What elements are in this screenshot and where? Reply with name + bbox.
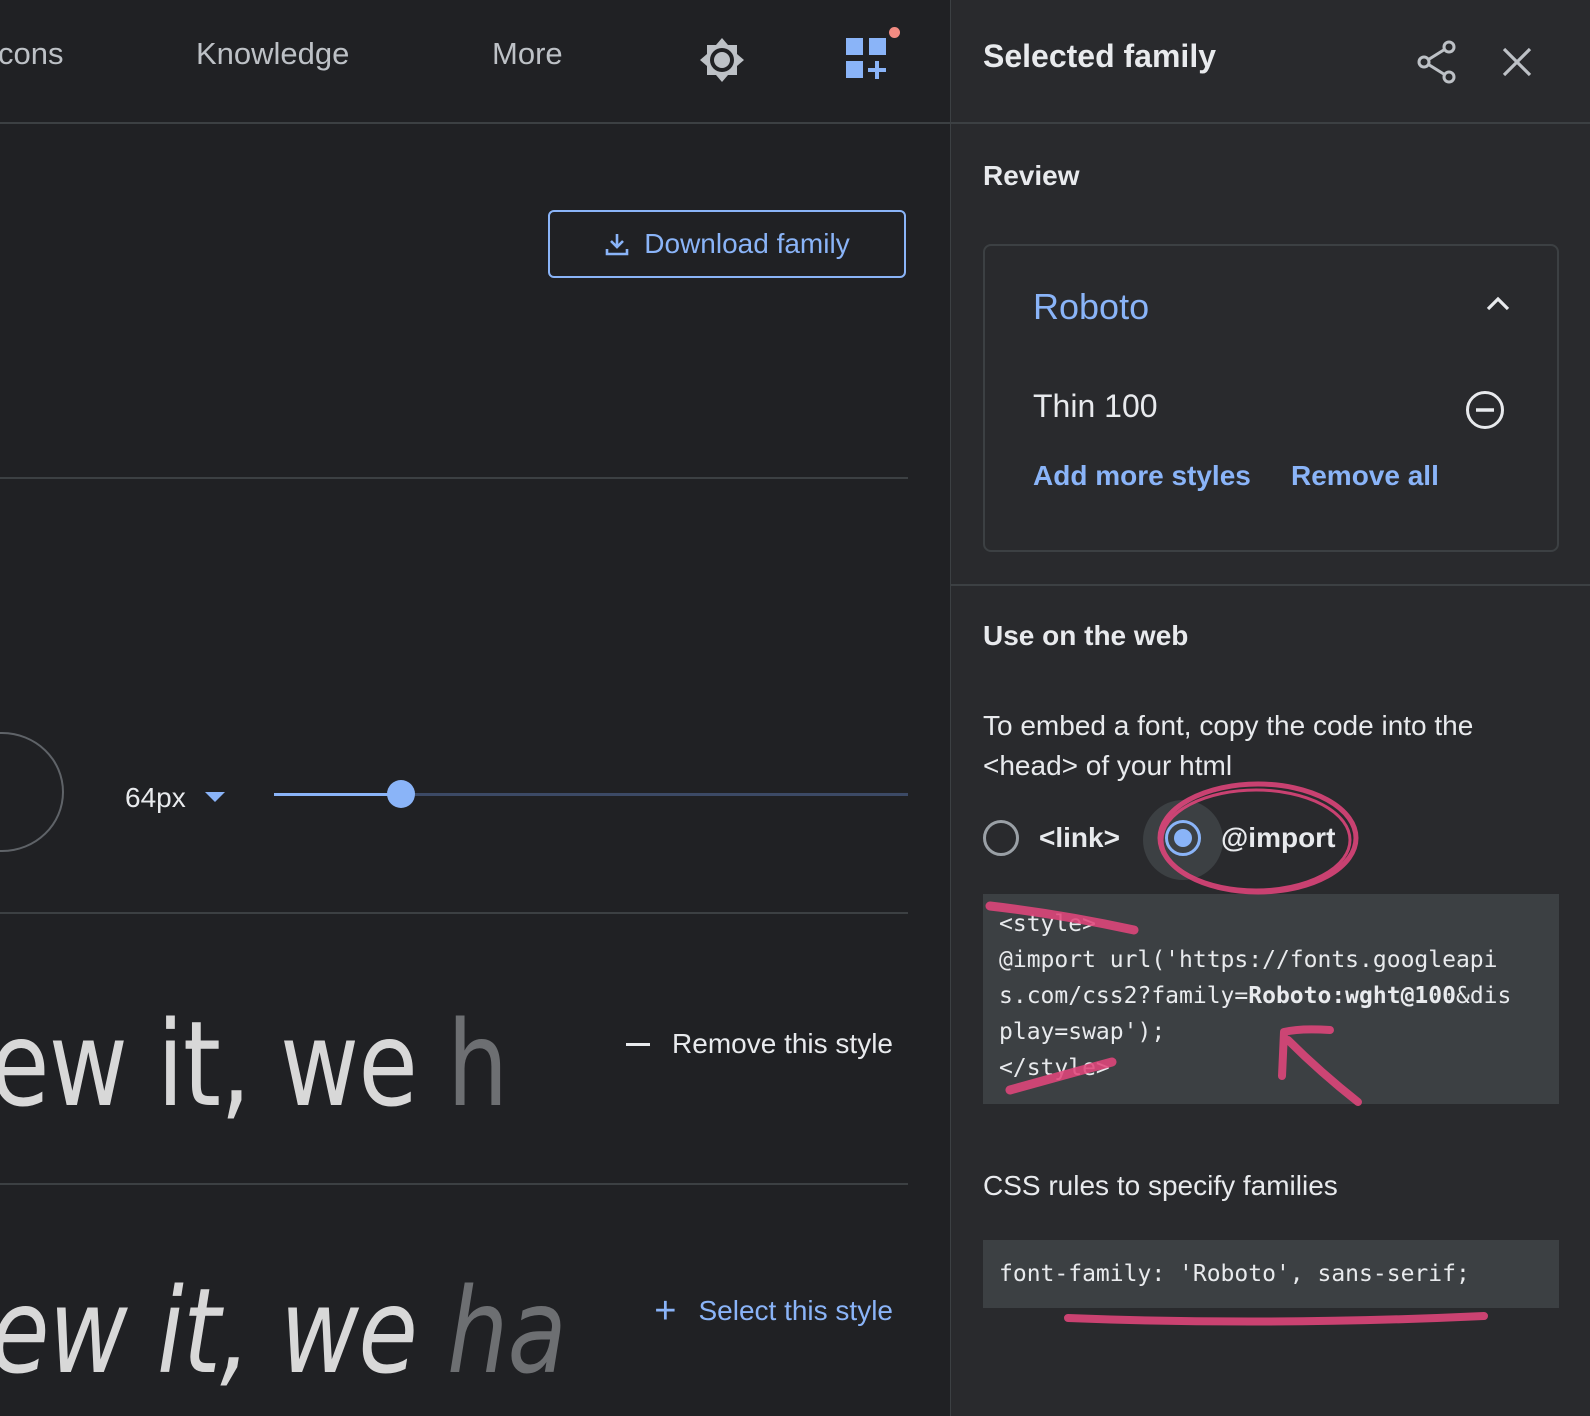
brightness-icon[interactable] xyxy=(698,36,746,84)
download-family-label: Download family xyxy=(644,228,850,259)
main-area: cons Knowledge More Download family 64px xyxy=(0,0,950,1416)
remove-all-link[interactable]: Remove all xyxy=(1291,460,1439,492)
import-radio-label[interactable]: @import xyxy=(1221,822,1335,854)
code-line: s.com/css2?family=Roboto:wght@100&dis xyxy=(999,978,1543,1014)
code-text: &dis xyxy=(1455,983,1512,1009)
sample-text: ew it, we xyxy=(0,1262,447,1400)
use-on-web-heading: Use on the web xyxy=(983,620,1189,651)
family-card: Roboto Thin 100 Add more styles Remove a… xyxy=(983,244,1559,552)
nav-item-icons[interactable]: cons xyxy=(0,36,63,72)
code-text: s.com/css2?family= xyxy=(999,983,1249,1009)
style-name: Thin 100 xyxy=(1033,388,1158,424)
family-name[interactable]: Roboto xyxy=(1033,286,1149,328)
nav-item-more[interactable]: More xyxy=(492,36,563,72)
font-size-select[interactable]: 64px xyxy=(125,782,186,814)
slider-thumb[interactable] xyxy=(386,780,415,808)
panel-header: Selected family xyxy=(951,0,1590,124)
review-heading: Review xyxy=(983,160,1080,191)
divider xyxy=(0,912,908,914)
divider xyxy=(951,584,1590,586)
remove-circle-icon[interactable] xyxy=(1465,390,1505,430)
minus-icon xyxy=(626,1042,651,1046)
code-bold-family: Roboto:wght@100 xyxy=(1248,983,1456,1009)
sample-text-thin: ew it, we h xyxy=(0,995,508,1133)
download-icon xyxy=(605,234,629,256)
select-style-button[interactable]: + Select this style xyxy=(654,1290,893,1332)
sample-text-faded: ha xyxy=(446,1262,567,1400)
caret-down-icon[interactable] xyxy=(205,792,225,802)
css-code-block[interactable]: font-family: 'Roboto', sans-serif; xyxy=(983,1240,1559,1308)
code-line: @import url('https://fonts.googleapi xyxy=(999,947,1498,973)
circle-control[interactable] xyxy=(0,732,64,852)
remove-style-label: Remove this style xyxy=(672,1028,893,1059)
divider xyxy=(0,477,908,479)
link-radio-label[interactable]: <link> xyxy=(1039,822,1120,854)
sample-text: ew it, we xyxy=(0,995,447,1133)
code-line: </style> xyxy=(999,1055,1110,1081)
select-style-label: Select this style xyxy=(698,1295,893,1326)
sample-text-thin-italic: ew it, we ha xyxy=(0,1262,567,1400)
share-icon[interactable] xyxy=(1417,40,1457,84)
plus-icon: + xyxy=(654,1290,677,1332)
import-code-block[interactable]: <style> @import url('https://fonts.googl… xyxy=(983,894,1559,1104)
selected-family-panel: Selected family Review Roboto Thin 100 A… xyxy=(950,0,1590,1416)
notification-dot xyxy=(889,27,900,38)
top-nav-bar: cons Knowledge More xyxy=(0,0,950,124)
close-icon[interactable] xyxy=(1501,46,1533,78)
nav-item-knowledge[interactable]: Knowledge xyxy=(196,36,349,72)
embed-type-radio-group: <link> @import xyxy=(983,800,1543,880)
panel-title: Selected family xyxy=(983,38,1216,74)
chevron-up-icon[interactable] xyxy=(1485,294,1511,312)
sample-fade-overlay xyxy=(600,1270,950,1416)
code-line: <style> xyxy=(999,911,1096,937)
code-line: font-family: 'Roboto', sans-serif; xyxy=(999,1261,1470,1287)
embed-instructions: To embed a font, copy the code into the … xyxy=(983,710,1474,781)
slider-fill xyxy=(274,793,401,796)
apps-add-icon[interactable] xyxy=(846,38,888,80)
css-rules-heading: CSS rules to specify families xyxy=(983,1170,1338,1201)
divider xyxy=(0,1183,908,1185)
remove-style-button[interactable]: Remove this style xyxy=(626,1028,893,1060)
download-family-button[interactable]: Download family xyxy=(548,210,906,278)
add-more-styles-link[interactable]: Add more styles xyxy=(1033,460,1251,492)
link-radio[interactable] xyxy=(983,820,1019,856)
sample-text-faded: h xyxy=(446,995,508,1133)
code-line: play=swap'); xyxy=(999,1019,1166,1045)
sample-fade-overlay xyxy=(560,1000,920,1150)
import-radio[interactable] xyxy=(1165,820,1201,856)
font-size-slider[interactable] xyxy=(274,780,908,808)
